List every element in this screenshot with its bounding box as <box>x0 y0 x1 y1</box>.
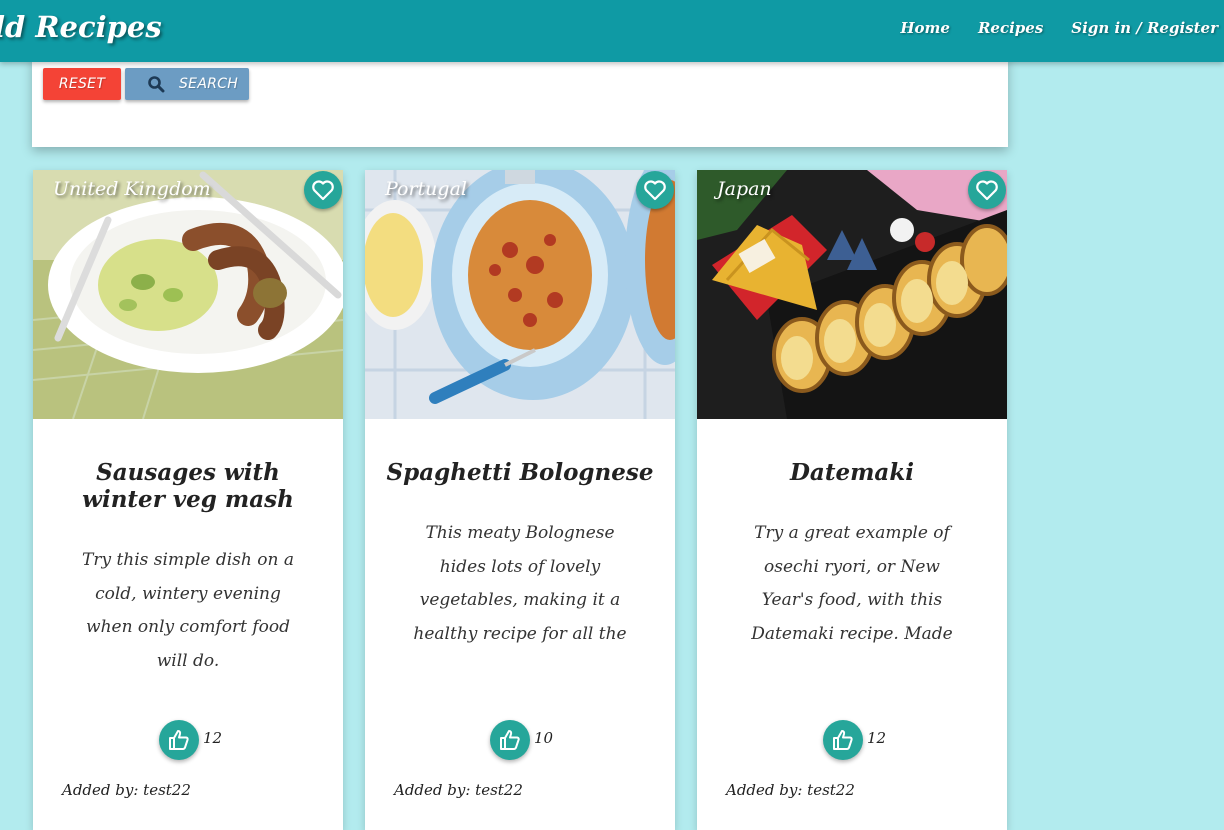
like-section: 12 <box>159 720 222 760</box>
recipe-card: Portugal Spaghetti Bolognese This meaty … <box>365 170 675 830</box>
favorite-heart-button[interactable] <box>304 171 342 209</box>
search-button[interactable]: SEARCH <box>125 68 249 100</box>
like-button[interactable] <box>159 720 199 760</box>
nav-links: Home Recipes Sign in / Register <box>900 19 1218 37</box>
recipe-image[interactable]: Portugal <box>365 170 675 419</box>
like-button[interactable] <box>490 720 530 760</box>
recipe-card: United Kingdom Sausages with winter veg … <box>33 170 343 830</box>
like-count: 12 <box>867 729 887 747</box>
like-count: 10 <box>534 729 554 747</box>
reset-button[interactable]: RESET <box>43 68 121 100</box>
nav-recipes-link[interactable]: Recipes <box>978 19 1043 37</box>
like-count: 12 <box>203 729 223 747</box>
search-button-label: SEARCH <box>179 76 239 92</box>
recipe-country: Japan <box>717 178 772 200</box>
recipe-title[interactable]: Datemaki <box>717 459 987 486</box>
reset-button-label: RESET <box>58 76 106 92</box>
search-icon <box>147 75 165 93</box>
heart-icon <box>312 180 334 201</box>
brand-logo[interactable]: ld Recipes <box>0 10 162 44</box>
recipe-description: Try this simple dish on a cold, wintery … <box>81 550 294 671</box>
thumbs-up-icon <box>500 730 520 750</box>
nav-signin-register-link[interactable]: Sign in / Register <box>1071 19 1218 37</box>
recipe-card: Japan Datemaki Try a great example of os… <box>697 170 1007 830</box>
like-section: 10 <box>490 720 553 760</box>
nav-home-link[interactable]: Home <box>900 19 950 37</box>
thumbs-up-icon <box>833 730 853 750</box>
recipe-image[interactable]: United Kingdom <box>33 170 343 419</box>
recipe-description: This meaty Bolognese hides lots of lovel… <box>413 523 627 644</box>
recipe-image[interactable]: Japan <box>697 170 1007 419</box>
added-by-text: Added by: test22 <box>62 781 191 799</box>
recipe-country: Portugal <box>385 178 467 200</box>
favorite-heart-button[interactable] <box>968 171 1006 209</box>
search-panel: RESET SEARCH <box>32 56 1008 147</box>
like-button[interactable] <box>823 720 863 760</box>
recipe-title[interactable]: Sausages with winter veg mash <box>53 459 323 513</box>
recipe-country: United Kingdom <box>53 178 211 200</box>
heart-icon <box>976 180 998 201</box>
thumbs-up-icon <box>169 730 189 750</box>
added-by-text: Added by: test22 <box>726 781 855 799</box>
heart-icon <box>644 180 666 201</box>
recipe-description: Try a great example of osechi ryori, or … <box>751 523 953 644</box>
added-by-text: Added by: test22 <box>394 781 523 799</box>
navbar: ld Recipes Home Recipes Sign in / Regist… <box>0 0 1224 62</box>
like-section: 12 <box>823 720 886 760</box>
recipe-title[interactable]: Spaghetti Bolognese <box>385 459 655 486</box>
favorite-heart-button[interactable] <box>636 171 674 209</box>
